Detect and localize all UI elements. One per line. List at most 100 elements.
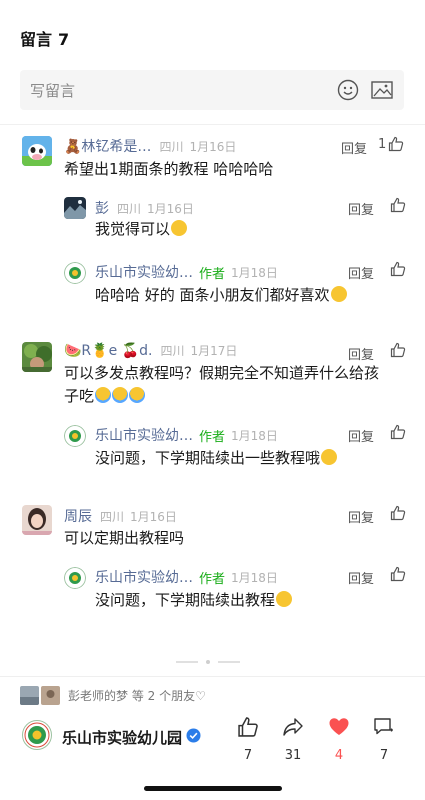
account-name[interactable]: 乐山市实验幼儿园 — [62, 727, 201, 748]
friend-avatar — [20, 686, 39, 705]
avatar[interactable] — [64, 197, 86, 219]
comment-meta: 🍉R🍍e 🍒d. 四川 1月17日 — [64, 342, 237, 359]
thumbs-count: 7 — [243, 748, 253, 763]
smile-emoji-icon — [276, 591, 293, 607]
reply-location: 四川 — [117, 201, 142, 216]
grin-emoji-icon — [330, 286, 347, 302]
divider — [0, 676, 425, 677]
author-tag: 作者 — [199, 266, 226, 282]
share-button[interactable]: 31 — [276, 716, 310, 763]
school-logo-avatar[interactable] — [64, 425, 86, 447]
thumbs-up-icon — [238, 717, 258, 737]
like-count: 1 — [378, 136, 387, 152]
reply-button[interactable]: 回复 — [348, 568, 374, 587]
friend-avatar — [41, 686, 60, 705]
comment-location: 四川 — [100, 509, 125, 524]
reply-date: 1月18日 — [231, 570, 278, 585]
thumbs-up-icon — [390, 261, 406, 277]
share-icon — [283, 718, 303, 736]
reply-text: 没问题，下学期陆续出一些教程哦 — [95, 447, 338, 470]
page-indicator — [176, 660, 240, 664]
sweat-emoji-icon — [129, 387, 146, 403]
commenter-name[interactable]: 周辰 — [64, 506, 92, 526]
like-button[interactable] — [388, 342, 406, 358]
comment-count: 7 — [379, 748, 389, 763]
image-icon[interactable] — [370, 78, 394, 102]
like-button[interactable] — [388, 424, 406, 440]
avatar[interactable] — [22, 342, 52, 372]
reply-meta: 乐山市实验幼… 作者 1月18日 — [95, 262, 278, 282]
thumbs-up-button[interactable]: 7 — [231, 716, 265, 763]
replier-name[interactable]: 乐山市实验幼… — [95, 425, 193, 445]
reply-button[interactable]: 回复 — [348, 344, 374, 363]
reply-date: 1月18日 — [231, 265, 278, 280]
school-logo-avatar[interactable] — [64, 262, 86, 284]
heart-button[interactable]: 4 — [322, 716, 356, 763]
replier-name[interactable]: 彭 — [95, 198, 109, 218]
verified-badge-icon — [186, 728, 201, 747]
thumbs-up-icon — [389, 136, 404, 152]
comment-date: 1月16日 — [189, 139, 237, 154]
author-tag: 作者 — [199, 571, 226, 587]
thumbs-up-icon — [390, 197, 406, 213]
reply-text: 我觉得可以 — [95, 218, 188, 241]
like-button[interactable] — [388, 566, 406, 582]
reply-meta: 乐山市实验幼… 作者 1月18日 — [95, 567, 278, 587]
sweat-emoji-icon — [112, 387, 129, 403]
friends-liked-text: 彭老师的梦 等 2 个朋友♡ — [68, 689, 206, 703]
school-logo-avatar[interactable] — [64, 567, 86, 589]
comments-title: 留言 — [20, 30, 53, 49]
commenter-name[interactable]: 🧸林钇希是… — [64, 136, 151, 156]
comment-meta: 周辰 四川 1月16日 — [64, 506, 177, 526]
avatar[interactable] — [22, 136, 52, 166]
comments-header: 留言 7 — [20, 26, 75, 50]
write-comment-bar[interactable]: 写留言 — [20, 70, 404, 110]
comment-icon — [374, 718, 393, 735]
heart-icon — [329, 718, 349, 735]
reply-button[interactable]: 回复 — [348, 507, 374, 526]
like-button[interactable]: 1 — [378, 136, 404, 152]
write-comment-placeholder[interactable]: 写留言 — [30, 80, 326, 101]
thumbs-up-icon — [390, 424, 406, 440]
smile-emoji-icon — [321, 449, 338, 465]
reply-meta: 彭 四川 1月16日 — [95, 198, 194, 218]
comment-text: 希望出1期面条的教程 哈哈哈哈 — [64, 160, 274, 178]
thumbs-up-icon — [390, 342, 406, 358]
like-button[interactable] — [388, 197, 406, 213]
replier-name[interactable]: 乐山市实验幼… — [95, 262, 193, 282]
sweat-emoji-icon — [95, 387, 112, 403]
reply-button[interactable]: 回复 — [348, 199, 374, 218]
heart-count: 4 — [334, 748, 344, 763]
author-tag: 作者 — [199, 429, 226, 445]
reply-button[interactable]: 回复 — [341, 138, 367, 157]
bottom-bar: 乐山市实验幼儿园 7 31 4 7 — [0, 710, 425, 770]
divider — [0, 124, 425, 125]
reply-button[interactable]: 回复 — [348, 426, 374, 445]
thinking-emoji-icon — [171, 220, 188, 236]
like-button[interactable] — [388, 261, 406, 277]
comment-date: 1月17日 — [190, 344, 238, 358]
comment-location: 四川 — [160, 344, 185, 358]
reply-date: 1月16日 — [147, 201, 194, 216]
school-logo-icon[interactable] — [22, 720, 52, 750]
comment-text: 可以多发点教程吗？假期完全不知道弄什么给孩 子吃 — [64, 364, 380, 405]
comment-meta: 🧸林钇希是… 四川 1月16日 — [64, 136, 236, 156]
reply-meta: 乐山市实验幼… 作者 1月18日 — [95, 425, 278, 445]
thumbs-up-icon — [390, 566, 406, 582]
like-button[interactable] — [388, 505, 406, 521]
home-indicator — [144, 786, 282, 791]
reply-text: 哈哈哈 好的 面条小朋友们都好喜欢 — [95, 284, 347, 307]
reply-text: 没问题，下学期陆续出教程 — [95, 589, 293, 612]
comment-text: 可以定期出教程吗 — [64, 529, 185, 547]
comment-button[interactable]: 7 — [367, 716, 401, 763]
replier-name[interactable]: 乐山市实验幼… — [95, 567, 193, 587]
reply-button[interactable]: 回复 — [348, 263, 374, 282]
avatar[interactable] — [22, 505, 52, 535]
emoji-icon[interactable] — [336, 78, 360, 102]
share-count: 31 — [284, 748, 302, 763]
reply-date: 1月18日 — [231, 428, 278, 443]
friends-liked-row[interactable]: 彭老师的梦 等 2 个朋友♡ — [20, 686, 206, 705]
commenter-name[interactable]: 🍉R🍍e 🍒d. — [64, 343, 152, 359]
comment-location: 四川 — [159, 139, 184, 154]
comments-count: 7 — [58, 30, 70, 49]
